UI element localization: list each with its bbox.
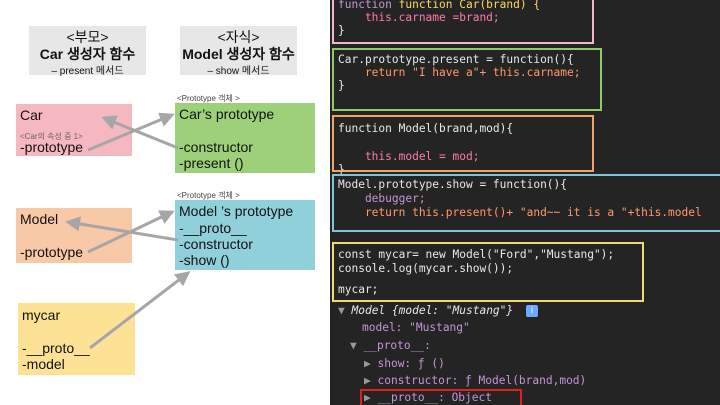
- arrow-constructor-to-car: [101, 115, 179, 150]
- frame-yellow: [332, 242, 644, 302]
- console-ctor-line[interactable]: ▶ constructor: ƒ Model(brand,mod): [364, 374, 586, 387]
- arrow-layer: [65, 112, 191, 350]
- console-obj-line: ▼ Model {model: "Mustang"}: [338, 304, 514, 317]
- frame-green: [332, 48, 602, 111]
- arrow-car-to-proto: [87, 112, 175, 152]
- console-proto-line: ▼ __proto__:: [350, 339, 431, 352]
- arrow-constructor-to-model: [65, 216, 179, 242]
- frame-pink: [332, 0, 594, 44]
- frame-red: [360, 389, 522, 405]
- console-model-line: model: "Mustang": [362, 321, 470, 334]
- frame-cyan: [332, 174, 720, 232]
- frame-orange: [332, 115, 594, 172]
- info-icon: i: [530, 306, 534, 316]
- console-show-line[interactable]: ▶ show: ƒ (): [364, 357, 445, 370]
- info-badge[interactable]: i: [526, 305, 538, 317]
- code-panel: function function Car(brand) { this.carn…: [330, 0, 720, 405]
- arrow-mycar-to-proto: [89, 271, 191, 350]
